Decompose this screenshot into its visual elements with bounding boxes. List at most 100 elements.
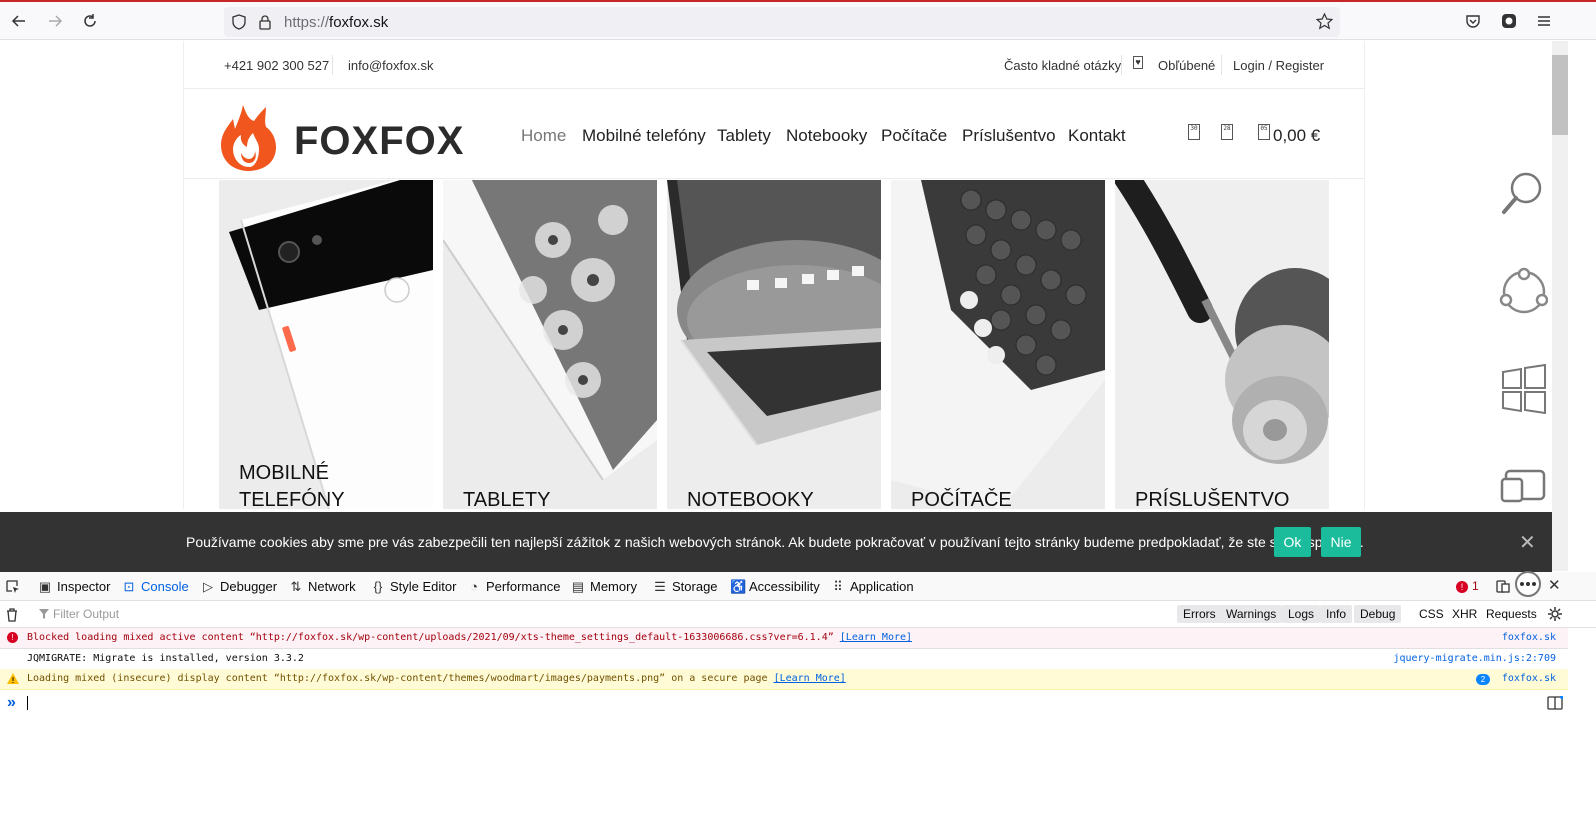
nav-tablety[interactable]: Tablety xyxy=(717,126,771,146)
web-page: +421 902 300 527 info@foxfox.sk Často kl… xyxy=(0,41,1552,509)
bookmark-star-icon[interactable] xyxy=(1316,13,1333,30)
phone-link[interactable]: +421 902 300 527 xyxy=(224,58,329,73)
filter-requests-button[interactable]: Requests xyxy=(1486,607,1537,621)
cookie-text: Používame cookies aby sme pre vás zabezp… xyxy=(186,534,1364,550)
filter-warnings-button[interactable]: Warnings xyxy=(1220,605,1283,623)
forward-button[interactable] xyxy=(41,7,69,35)
style-editor-icon: {} xyxy=(373,579,383,594)
pocket-button[interactable] xyxy=(1459,7,1487,35)
filter-info-button[interactable]: Info xyxy=(1320,605,1353,623)
tab-debugger[interactable]: ▷ Debugger xyxy=(201,579,277,599)
message-source-link[interactable]: foxfox.sk xyxy=(1502,669,1556,689)
login-register-link[interactable]: Login / Register xyxy=(1233,58,1324,73)
filter-errors-button[interactable]: Errors xyxy=(1177,605,1222,623)
close-icon[interactable]: ✕ xyxy=(1519,530,1536,555)
category-tile-phones[interactable]: MOBILNÉ TELEFÓNY xyxy=(219,180,433,509)
filter-debug-button[interactable]: Debug xyxy=(1354,605,1402,623)
close-devtools-icon[interactable]: ✕ xyxy=(1548,576,1561,594)
inspector-icon: ▣ xyxy=(38,579,52,594)
address-bar[interactable]: https://foxfox.sk xyxy=(224,7,1340,37)
nav-pocitace[interactable]: Počítače xyxy=(881,126,947,146)
tab-network[interactable]: ⇅ Network xyxy=(289,579,356,599)
tab-label: Console xyxy=(141,579,189,594)
tab-inspector[interactable]: ▣ Inspector xyxy=(38,579,111,599)
url-text[interactable]: https://foxfox.sk xyxy=(284,14,388,31)
gear-icon[interactable] xyxy=(1547,606,1563,622)
category-label-line: POČÍTAČE xyxy=(911,489,1012,509)
windows-side-icon[interactable] xyxy=(1498,364,1548,414)
category-tile-tablets[interactable]: TABLETY xyxy=(443,180,657,509)
editor-mode-icon[interactable] xyxy=(1547,696,1563,710)
category-tile-accessories[interactable]: PRÍSLUŠENTVO xyxy=(1115,180,1329,509)
learn-more-link[interactable]: [Learn More] xyxy=(774,673,846,684)
site-header: FOXFOX Home Mobilné telefóny Tablety Not… xyxy=(184,89,1364,179)
tab-label: Application xyxy=(850,579,914,594)
console-filterbar: Filter Output Errors Warnings Logs Info … xyxy=(0,601,1596,628)
email-link[interactable]: info@foxfox.sk xyxy=(348,58,433,73)
wishlist-header-icon[interactable]: 28 xyxy=(1221,124,1233,140)
message-source-link[interactable]: foxfox.sk xyxy=(1502,628,1556,648)
category-tile-notebooks[interactable]: NOTEBOOKY xyxy=(667,180,881,509)
cookie-ok-button[interactable]: Ok xyxy=(1274,527,1311,557)
divider xyxy=(1121,55,1122,75)
tab-storage[interactable]: ☰ Storage xyxy=(653,579,718,599)
console-icon: ⊡ xyxy=(123,579,135,594)
storage-icon: ☰ xyxy=(654,579,666,594)
tab-style-editor[interactable]: {} Style Editor xyxy=(371,579,457,599)
tab-performance[interactable]: ◔ Performance xyxy=(467,579,560,599)
divider xyxy=(1221,55,1222,75)
reload-button[interactable] xyxy=(76,7,104,35)
divider xyxy=(332,55,333,75)
favorites-link[interactable]: Obľúbené xyxy=(1158,58,1215,73)
heart-icon[interactable]: ♥ xyxy=(1133,56,1143,69)
nav-home[interactable]: Home xyxy=(521,126,566,146)
back-button[interactable] xyxy=(5,7,33,35)
site-logo-text[interactable]: FOXFOX xyxy=(294,119,464,164)
cart-total[interactable]: 0,00 € xyxy=(1273,126,1320,146)
tab-label: Storage xyxy=(672,579,718,594)
tab-console[interactable]: ⊡ Console xyxy=(118,579,193,607)
menu-button[interactable] xyxy=(1530,7,1558,35)
message-source-link[interactable]: jquery-migrate.min.js:2:709 xyxy=(1393,649,1556,669)
page-scrollbar-thumb[interactable] xyxy=(1552,55,1568,135)
hamburger-icon xyxy=(1538,16,1550,26)
tab-label: Style Editor xyxy=(390,579,457,594)
trash-icon[interactable] xyxy=(5,607,19,622)
tablet-image xyxy=(443,180,657,509)
people-side-icon[interactable] xyxy=(1498,266,1548,316)
tab-label: Performance xyxy=(486,579,561,594)
error-count-badge[interactable]: ! 1 xyxy=(1456,579,1479,593)
filter-logs-button[interactable]: Logs xyxy=(1282,605,1321,623)
nav-kontakt[interactable]: Kontakt xyxy=(1068,126,1126,146)
category-tile-computers[interactable]: POČÍTAČE xyxy=(891,180,1105,509)
search-header-icon[interactable]: 30 xyxy=(1188,124,1200,140)
shield-icon[interactable] xyxy=(232,14,246,30)
extension-button[interactable] xyxy=(1495,7,1523,35)
filter-xhr-button[interactable]: XHR xyxy=(1452,607,1477,621)
devices-side-icon[interactable] xyxy=(1498,461,1548,509)
faq-link[interactable]: Často kladné otázky xyxy=(1004,58,1121,73)
fox-logo-icon[interactable] xyxy=(219,97,279,173)
nav-prislusenstvo[interactable]: Príslušentvo xyxy=(962,126,1056,146)
extension-icon xyxy=(1502,14,1516,28)
search-side-icon[interactable] xyxy=(1498,168,1548,218)
cookie-no-button[interactable]: Nie xyxy=(1321,527,1361,557)
filter-output-input[interactable]: Filter Output xyxy=(53,607,119,621)
error-count: 1 xyxy=(1472,579,1479,593)
nav-mobilne-telefony[interactable]: Mobilné telefóny xyxy=(582,126,706,146)
console-input-area[interactable]: » xyxy=(0,690,1596,816)
tab-application[interactable]: ⠿ Application xyxy=(831,579,914,599)
cart-header-icon[interactable]: 05 xyxy=(1258,124,1270,140)
lock-icon[interactable] xyxy=(258,14,272,30)
nav-notebooky[interactable]: Notebooky xyxy=(786,126,867,146)
network-icon: ⇅ xyxy=(290,579,302,594)
browser-toolbar: https://foxfox.sk xyxy=(0,2,1596,40)
element-picker-icon[interactable] xyxy=(5,579,21,595)
warning-icon xyxy=(7,673,19,684)
tab-accessibility[interactable]: ♿ Accessibility xyxy=(730,579,820,599)
responsive-design-icon[interactable] xyxy=(1496,579,1510,593)
more-options-icon[interactable] xyxy=(1512,568,1544,600)
filter-css-button[interactable]: CSS xyxy=(1419,607,1444,621)
tab-memory[interactable]: ▤ Memory xyxy=(571,579,637,599)
learn-more-link[interactable]: [Learn More] xyxy=(840,632,912,643)
